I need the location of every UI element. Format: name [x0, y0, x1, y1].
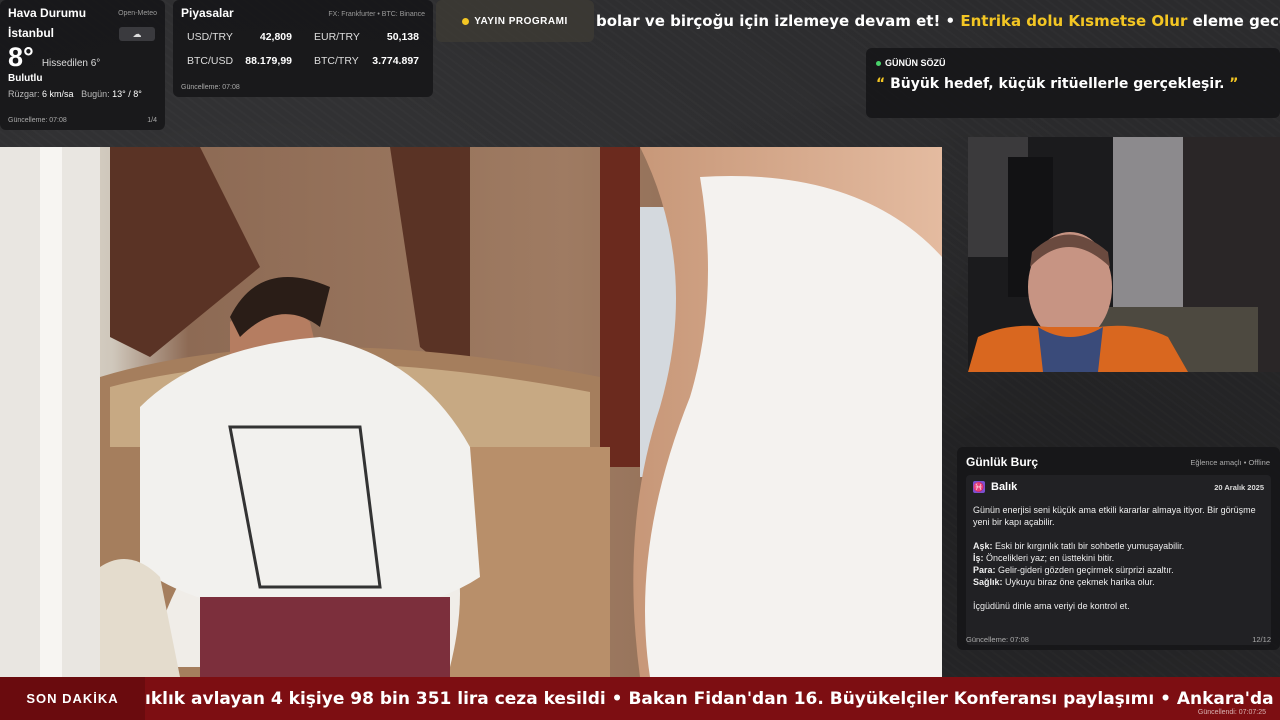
weather-temperature: 8° — [8, 42, 34, 72]
rate-btc-try: BTC/TRY 3.774.897 — [308, 52, 425, 70]
sign-name: Balık — [991, 481, 1018, 493]
horoscope-widget: Günlük Burç Eğlence amaçlı • Offline ♓ B… — [957, 447, 1280, 650]
markets-updated: Güncelleme: 07:08 — [181, 84, 240, 91]
rate-value: 88.179,99 — [245, 55, 292, 67]
quote-open-mark: “ — [876, 76, 886, 92]
weather-source: Open-Meteo — [118, 10, 157, 17]
top-ticker: bolar ve birçoğu için izlemeye devam et!… — [596, 12, 1280, 36]
today-label: Bugün: — [81, 89, 110, 99]
main-video[interactable] — [0, 147, 942, 677]
status-dot-icon — [876, 60, 881, 66]
quote-label: GÜNÜN SÖZÜ — [885, 58, 946, 68]
work-text: Öncelikleri yaz; en üsttekini bitir. — [983, 553, 1115, 563]
weather-feels-like: Hissedilen 6° — [41, 58, 101, 69]
weather-details: Rüzgar: 6 km/sa Bugün: 13° / 8° — [8, 89, 157, 99]
money-label: Para: — [973, 565, 996, 575]
pisces-icon: ♓ — [973, 481, 985, 493]
video-frame-image — [0, 147, 942, 677]
wind-label: Rüzgar: — [8, 89, 40, 99]
cloud-icon: ☁ — [119, 27, 155, 41]
schedule-button[interactable]: YAYIN PROGRAMI — [436, 0, 594, 42]
work-label: İş: — [973, 553, 984, 563]
rate-pair: BTC/USD — [187, 55, 234, 67]
quote-close-mark: ” — [1229, 76, 1239, 92]
ticker-highlight: Entrika dolu Kısmetse Olur — [960, 12, 1188, 30]
health-text: Uykuyu biraz öne çekmek harika olur. — [1002, 577, 1155, 587]
rate-pair: EUR/TRY — [314, 31, 360, 43]
horoscope-intro: Günün enerjisi seni küçük ama etkili kar… — [973, 505, 1256, 527]
wind-value: 6 km/sa — [42, 89, 74, 99]
breaking-label: SON DAKİKA — [0, 677, 145, 720]
rate-value: 3.774.897 — [372, 55, 419, 67]
ticker-text-after: eleme gecesi ve il — [1192, 12, 1280, 30]
ticker-text: bolar ve birçoğu için izlemeye devam et!… — [596, 12, 961, 30]
horoscope-work: İş: Öncelikleri yaz; en üsttekini bitir. — [973, 552, 1264, 564]
weather-page: 1/4 — [147, 117, 157, 124]
horoscope-date: 20 Aralık 2025 — [1214, 482, 1264, 492]
dot-icon — [462, 17, 470, 25]
quote-of-the-day: GÜNÜN SÖZÜ “ Büyük hedef, küçük ritüelle… — [866, 48, 1280, 118]
rate-value: 42,809 — [259, 31, 292, 43]
rate-pair: USD/TRY — [187, 31, 233, 43]
love-text: Eski bir kırgınlık tatlı bir sohbetle yu… — [992, 541, 1185, 551]
breaking-updated: Güncellendi: 07:07:25 — [1197, 709, 1266, 716]
markets-widget: Piyasalar FX: Frankfurter • BTC: Binance… — [173, 0, 433, 97]
horoscope-money: Para: Gelir-gideri gözden geçirmek sürpr… — [973, 564, 1264, 576]
horoscope-card: ♓ Balık 20 Aralık 2025 Günün enerjisi se… — [966, 475, 1271, 645]
rate-value: 50,138 — [386, 31, 419, 43]
horoscope-page: 12/12 — [1252, 635, 1271, 644]
rate-eur-try: EUR/TRY 50,138 — [308, 28, 425, 46]
horoscope-love: Aşk: Eski bir kırgınlık tatlı bir sohbet… — [973, 540, 1264, 552]
weather-updated: Güncelleme: 07:08 — [8, 117, 67, 124]
quote-text: Büyük hedef, küçük ritüellerle gerçekleş… — [885, 76, 1230, 92]
horoscope-health: Sağlık: Uykuyu biraz öne çekmek harika o… — [973, 576, 1264, 588]
horoscope-updated: Güncelleme: 07:08 — [966, 635, 1029, 644]
weather-widget: Hava Durumu Open-Meteo İstanbul ☁ 8° His… — [0, 0, 165, 130]
horoscope-tag: Eğlence amaçlı • Offline — [1190, 458, 1270, 467]
horoscope-closing: İçgüdünü dinle ama veriyi de kontrol et. — [973, 601, 1130, 611]
weather-condition: Bulutlu — [8, 73, 43, 84]
money-text: Gelir-gideri gözden geçirmek sürprizi az… — [995, 565, 1174, 575]
love-label: Aşk: — [973, 541, 993, 551]
rate-pair: BTC/TRY — [314, 55, 359, 67]
health-label: Sağlık: — [973, 577, 1003, 587]
rate-usd-try: USD/TRY 42,809 — [181, 28, 298, 46]
rate-btc-usd: BTC/USD 88.179,99 — [181, 52, 298, 70]
today-value: 13° / 8° — [112, 89, 142, 99]
schedule-label: YAYIN PROGRAMI — [474, 15, 568, 27]
breaking-news-text: ıklık avlayan 4 kişiye 98 bin 351 lira c… — [145, 688, 1280, 709]
webcam-feed[interactable] — [968, 137, 1280, 372]
breaking-news-bar: SON DAKİKA ıklık avlayan 4 kişiye 98 bin… — [0, 677, 1280, 720]
markets-source: FX: Frankfurter • BTC: Binance — [328, 11, 425, 18]
webcam-image — [968, 137, 1280, 372]
